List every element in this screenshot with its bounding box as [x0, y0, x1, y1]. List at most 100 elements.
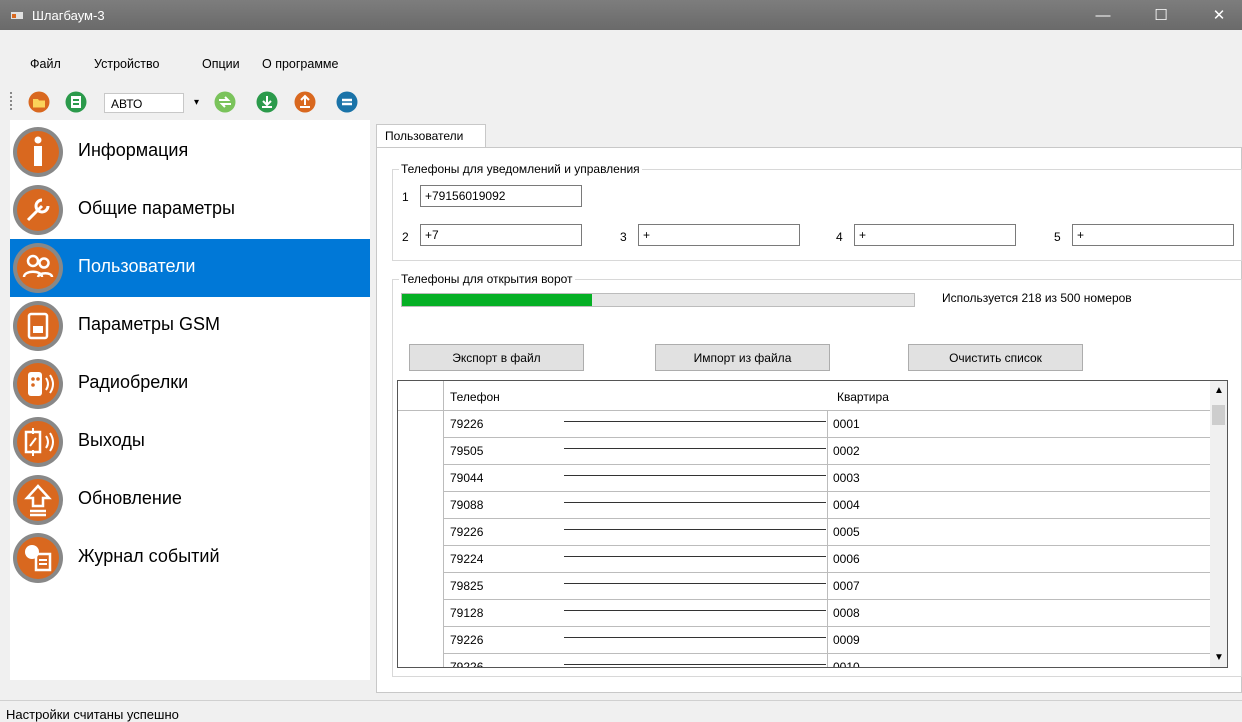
table-row[interactable]: 79226 0009 [444, 627, 1210, 654]
menu-bar: Файл Устройство Опции О программе [0, 54, 1242, 78]
nav-item-outputs[interactable]: Выходы [10, 413, 370, 471]
connect-icon[interactable] [214, 91, 236, 113]
cell-phone[interactable]: 79128 [450, 606, 483, 620]
menu-device[interactable]: Устройство [94, 57, 159, 71]
nav-item-log[interactable]: Журнал событий [10, 529, 370, 587]
phone-number-label: 5 [1054, 230, 1061, 244]
notify-phone-5-input[interactable]: + [1072, 224, 1234, 246]
tab-users[interactable]: Пользователи [376, 124, 486, 148]
cell-phone[interactable]: 79825 [450, 579, 483, 593]
nav-label-outputs: Выходы [78, 430, 145, 450]
nav-item-users[interactable]: Пользователи [10, 239, 370, 297]
nav-item-update[interactable]: Обновление [10, 471, 370, 529]
usage-progress-bar [401, 293, 915, 307]
column-separator [827, 546, 828, 573]
nav-item-remotes[interactable]: Радиобрелки [10, 355, 370, 413]
cell-flat[interactable]: 0005 [833, 525, 860, 539]
cell-phone[interactable]: 79226 [450, 525, 483, 539]
cell-flat[interactable]: 0002 [833, 444, 860, 458]
cell-phone[interactable]: 79088 [450, 498, 483, 512]
table-row[interactable]: 79226 0001 [444, 411, 1210, 438]
table-row[interactable]: 79224 0006 [444, 546, 1210, 573]
column-separator [827, 573, 828, 600]
grid-scrollbar[interactable]: ▲ ▼ [1210, 381, 1227, 667]
cell-flat[interactable]: 0009 [833, 633, 860, 647]
toolbar-grip [10, 92, 12, 112]
save-file-icon[interactable] [65, 91, 87, 113]
cell-phone[interactable]: 79226 [450, 660, 483, 667]
table-row[interactable]: 79088 0004 [444, 492, 1210, 519]
title-bar: Шлагбаум-3 — ☐ ✕ [0, 0, 1242, 30]
clear-list-button[interactable]: Очистить список [908, 344, 1083, 371]
masked-phone-line [564, 664, 826, 665]
nav-item-info[interactable]: Информация [10, 123, 370, 181]
cell-flat[interactable]: 0008 [833, 606, 860, 620]
notify-phone-3-input[interactable]: + [638, 224, 800, 246]
nav-label-users: Пользователи [78, 256, 196, 276]
scroll-up-icon[interactable]: ▲ [1214, 385, 1224, 396]
close-button[interactable]: ✕ [1196, 0, 1242, 30]
gate-group-title: Телефоны для открытия ворот [399, 272, 575, 286]
phones-grid[interactable]: Телефон Квартира 79226 0001 79505 0002 79044… [397, 380, 1228, 668]
nav-label-update: Обновление [78, 488, 182, 508]
masked-phone-line [564, 421, 826, 422]
scroll-down-icon[interactable]: ▼ [1214, 652, 1224, 663]
row-header-column [398, 381, 444, 667]
menu-options[interactable]: Опции [202, 57, 240, 71]
cell-flat[interactable]: 0001 [833, 417, 860, 431]
table-row[interactable]: 79505 0002 [444, 438, 1210, 465]
notify-phone-2-input[interactable]: +7 [420, 224, 582, 246]
notify-group-title: Телефоны для уведомлений и управления [399, 162, 642, 176]
info-icon [13, 127, 63, 177]
table-row[interactable]: 79226 0010 [444, 654, 1210, 667]
cell-phone[interactable]: 79505 [450, 444, 483, 458]
cell-flat[interactable]: 0004 [833, 498, 860, 512]
table-row[interactable]: 79825 0007 [444, 573, 1210, 600]
maximize-button[interactable]: ☐ [1138, 0, 1184, 30]
cell-phone[interactable]: 79226 [450, 633, 483, 647]
upload-icon[interactable] [294, 91, 316, 113]
column-header-phone[interactable]: Телефон [450, 390, 500, 404]
cell-flat[interactable]: 0010 [833, 660, 860, 667]
phone-number-label: 3 [620, 230, 627, 244]
sync-icon[interactable] [336, 91, 358, 113]
nav-item-general[interactable]: Общие параметры [10, 181, 370, 239]
relay-icon [13, 417, 63, 467]
export-button[interactable]: Экспорт в файл [409, 344, 584, 371]
column-separator [827, 465, 828, 492]
mode-select-value: АВТО [111, 97, 143, 111]
masked-phone-line [564, 583, 826, 584]
status-bar: Настройки считаны успешно [0, 700, 1242, 722]
minimize-button[interactable]: — [1080, 0, 1126, 30]
open-file-icon[interactable] [28, 91, 50, 113]
remote-icon [13, 359, 63, 409]
phone-number-label: 1 [402, 190, 409, 204]
log-icon [13, 533, 63, 583]
mode-select[interactable]: АВТО [104, 93, 184, 113]
notify-phone-4-input[interactable]: + [854, 224, 1016, 246]
column-separator [827, 627, 828, 654]
sim-card-icon [13, 301, 63, 351]
column-header-flat[interactable]: Квартира [837, 390, 889, 404]
table-row[interactable]: 79044 0003 [444, 465, 1210, 492]
menu-about[interactable]: О программе [262, 57, 338, 71]
chevron-down-icon[interactable]: ▾ [194, 97, 199, 108]
update-icon [13, 475, 63, 525]
notify-phone-1-input[interactable]: +79156019092 [420, 185, 582, 207]
masked-phone-line [564, 502, 826, 503]
cell-phone[interactable]: 79044 [450, 471, 483, 485]
cell-phone[interactable]: 79226 [450, 417, 483, 431]
cell-phone[interactable]: 79224 [450, 552, 483, 566]
scroll-thumb[interactable] [1212, 405, 1225, 425]
cell-flat[interactable]: 0006 [833, 552, 860, 566]
cell-flat[interactable]: 0003 [833, 471, 860, 485]
table-row[interactable]: 79226 0005 [444, 519, 1210, 546]
wrench-icon [13, 185, 63, 235]
download-icon[interactable] [256, 91, 278, 113]
table-row[interactable]: 79128 0008 [444, 600, 1210, 627]
menu-file[interactable]: Файл [30, 57, 61, 71]
cell-flat[interactable]: 0007 [833, 579, 860, 593]
import-button[interactable]: Импорт из файла [655, 344, 830, 371]
nav-item-gsm[interactable]: Параметры GSM [10, 297, 370, 355]
masked-phone-line [564, 637, 826, 638]
